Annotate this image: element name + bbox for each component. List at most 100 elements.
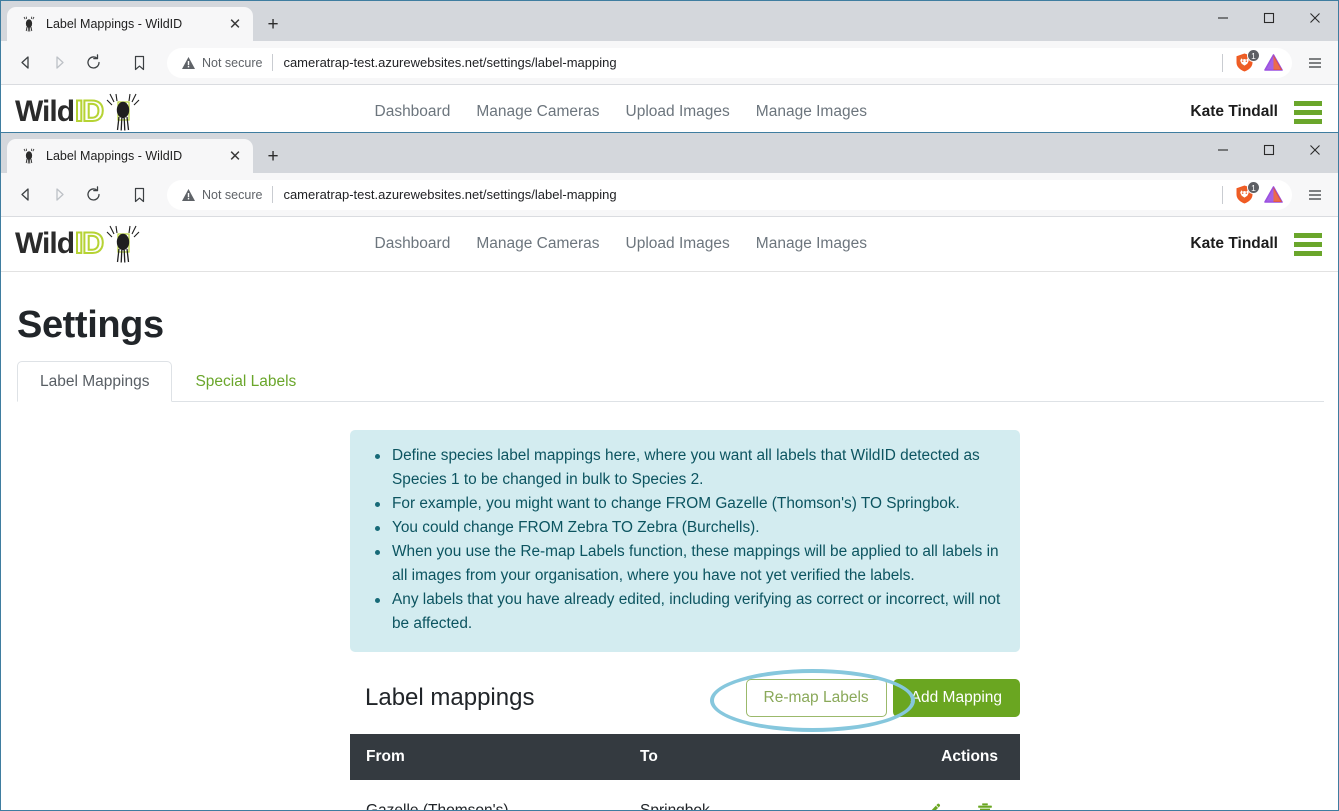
tab-special-labels[interactable]: Special Labels bbox=[172, 361, 319, 402]
reload-icon[interactable] bbox=[77, 179, 109, 211]
security-indicator[interactable]: Not secure bbox=[181, 188, 262, 202]
remap-labels-button[interactable]: Re-map Labels bbox=[745, 679, 887, 717]
info-list: Define species label mappings here, wher… bbox=[368, 444, 1002, 636]
hamburger-menu-icon[interactable] bbox=[1294, 100, 1322, 124]
nav-link-manage-images[interactable]: Manage Images bbox=[756, 235, 867, 253]
add-mapping-button[interactable]: Add Mapping bbox=[892, 679, 1020, 717]
user-area: Kate Tindall bbox=[1190, 232, 1322, 256]
label-mappings-section-bar: Label mappings Re-map Labels Add Mapping bbox=[350, 669, 1020, 732]
logo-text-id: ID bbox=[74, 94, 105, 129]
table-body: Gazelle (Thomson's) Springbok bbox=[350, 780, 1020, 810]
close-icon[interactable]: ✕ bbox=[225, 146, 245, 166]
back-arrow-icon[interactable] bbox=[9, 47, 41, 79]
omnibox-separator bbox=[272, 186, 274, 203]
trash-delete-icon[interactable] bbox=[970, 800, 1000, 810]
brave-shield-icon[interactable]: 1 bbox=[1234, 48, 1260, 74]
new-tab-icon[interactable]: + bbox=[259, 142, 287, 170]
wildid-logo-icon bbox=[105, 225, 141, 263]
table-header-row: From To Actions bbox=[350, 734, 1020, 780]
maximize-icon[interactable] bbox=[1246, 133, 1292, 167]
omnibox-actions: 1 bbox=[1222, 48, 1286, 74]
minimize-icon[interactable] bbox=[1200, 133, 1246, 167]
security-indicator[interactable]: Not secure bbox=[181, 56, 262, 70]
wildid-favicon-icon bbox=[20, 16, 37, 33]
omnibox-divider bbox=[1222, 185, 1223, 204]
nav-link-manage-cameras[interactable]: Manage Cameras bbox=[476, 235, 599, 253]
content-column: Define species label mappings here, wher… bbox=[350, 430, 1020, 810]
cell-actions bbox=[890, 780, 1020, 810]
pencil-edit-icon[interactable] bbox=[918, 800, 948, 810]
column-header-from: From bbox=[350, 734, 640, 780]
bookmark-icon[interactable] bbox=[123, 179, 155, 211]
user-area: Kate Tindall bbox=[1190, 100, 1322, 124]
close-icon[interactable]: ✕ bbox=[225, 14, 245, 34]
browser-menu-icon[interactable] bbox=[1300, 47, 1330, 79]
tab-title: Label Mappings - WildID bbox=[46, 149, 183, 163]
nav-link-manage-images[interactable]: Manage Images bbox=[756, 103, 867, 121]
minimize-icon[interactable] bbox=[1200, 1, 1246, 35]
tab-strip-active: Label Mappings - WildID ✕ + bbox=[1, 133, 1338, 173]
window-close-icon[interactable] bbox=[1292, 1, 1338, 35]
shield-badge-count: 1 bbox=[1247, 180, 1260, 194]
reload-icon[interactable] bbox=[77, 47, 109, 79]
browser-menu-icon[interactable] bbox=[1300, 179, 1330, 211]
user-name[interactable]: Kate Tindall bbox=[1190, 235, 1278, 253]
brave-rewards-triangle-icon[interactable] bbox=[1263, 53, 1284, 72]
user-name: Kate Tindall bbox=[1190, 103, 1278, 120]
tab-strip: Label Mappings - WildID ✕ + bbox=[1, 1, 1338, 41]
browser-window-active[interactable]: Label Mappings - WildID ✕ + Not secure c… bbox=[0, 132, 1339, 811]
browser-tab[interactable]: Label Mappings - WildID ✕ bbox=[7, 7, 253, 41]
label-mappings-table: From To Actions Gazelle (Thomson's) Spri… bbox=[350, 734, 1020, 810]
nav-link-dashboard[interactable]: Dashboard bbox=[375, 235, 451, 253]
forward-arrow-icon bbox=[43, 47, 75, 79]
omnibox-actions: 1 bbox=[1222, 180, 1286, 206]
wildid-logo[interactable]: Wild ID bbox=[15, 225, 141, 263]
browser-window-background[interactable]: Label Mappings - WildID ✕ + Not secure c… bbox=[0, 0, 1339, 140]
list-item: Define species label mappings here, wher… bbox=[368, 444, 1002, 492]
site-nav: Dashboard Manage Cameras Upload Images M… bbox=[141, 103, 1190, 121]
security-label: Not secure bbox=[202, 55, 263, 70]
wildid-logo-icon bbox=[105, 93, 141, 131]
info-box: Define species label mappings here, wher… bbox=[350, 430, 1020, 652]
nav-link-upload-images[interactable]: Upload Images bbox=[626, 235, 730, 253]
tab-label-mappings[interactable]: Label Mappings bbox=[17, 361, 173, 402]
site-nav: Dashboard Manage Cameras Upload Images M… bbox=[141, 235, 1190, 253]
browser-tab-active[interactable]: Label Mappings - WildID ✕ bbox=[7, 139, 253, 173]
logo-text-id: ID bbox=[74, 226, 105, 261]
maximize-icon[interactable] bbox=[1246, 1, 1292, 35]
url-text[interactable]: cameratrap-test.azurewebsites.net/settin… bbox=[283, 187, 1222, 202]
window-controls-active bbox=[1200, 133, 1338, 173]
not-secure-warning-icon bbox=[181, 188, 196, 202]
logo-text-wild: Wild bbox=[15, 95, 75, 128]
settings-tabs: Label Mappings Special Labels bbox=[17, 361, 1324, 402]
omnibox-separator bbox=[272, 54, 274, 71]
brave-shield-icon[interactable]: 1 bbox=[1234, 180, 1260, 206]
nav-link-manage-cameras[interactable]: Manage Cameras bbox=[476, 103, 599, 121]
section-actions: Re-map Labels Add Mapping bbox=[745, 679, 1020, 717]
new-tab-icon[interactable]: + bbox=[259, 10, 287, 38]
nav-link-upload-images[interactable]: Upload Images bbox=[626, 103, 730, 121]
page-title: Settings bbox=[17, 304, 164, 346]
column-header-to: To bbox=[640, 734, 890, 780]
section-title: Label mappings bbox=[365, 684, 535, 711]
security-label: Not secure bbox=[202, 187, 263, 202]
column-header-actions: Actions bbox=[890, 734, 1020, 780]
wildid-logo[interactable]: Wild ID bbox=[15, 93, 141, 131]
address-bar[interactable]: Not secure cameratrap-test.azurewebsites… bbox=[167, 47, 1292, 78]
list-item: Any labels that you have already edited,… bbox=[368, 588, 1002, 636]
window-close-icon[interactable] bbox=[1292, 133, 1338, 167]
window-controls bbox=[1200, 1, 1338, 41]
nav-link-dashboard[interactable]: Dashboard bbox=[375, 103, 451, 121]
hamburger-menu-icon[interactable] bbox=[1294, 232, 1322, 256]
address-bar-active[interactable]: Not secure cameratrap-test.azurewebsites… bbox=[167, 179, 1292, 210]
wildid-favicon-icon bbox=[20, 148, 37, 165]
back-arrow-icon[interactable] bbox=[9, 179, 41, 211]
cell-from: Gazelle (Thomson's) bbox=[350, 780, 640, 810]
not-secure-warning-icon bbox=[181, 56, 196, 70]
url-text[interactable]: cameratrap-test.azurewebsites.net/settin… bbox=[283, 55, 1222, 70]
browser-toolbar-active: Not secure cameratrap-test.azurewebsites… bbox=[1, 173, 1338, 217]
brave-rewards-triangle-icon[interactable] bbox=[1263, 185, 1284, 204]
list-item: For example, you might want to change FR… bbox=[368, 492, 1002, 516]
browser-toolbar: Not secure cameratrap-test.azurewebsites… bbox=[1, 41, 1338, 85]
bookmark-icon[interactable] bbox=[123, 47, 155, 79]
